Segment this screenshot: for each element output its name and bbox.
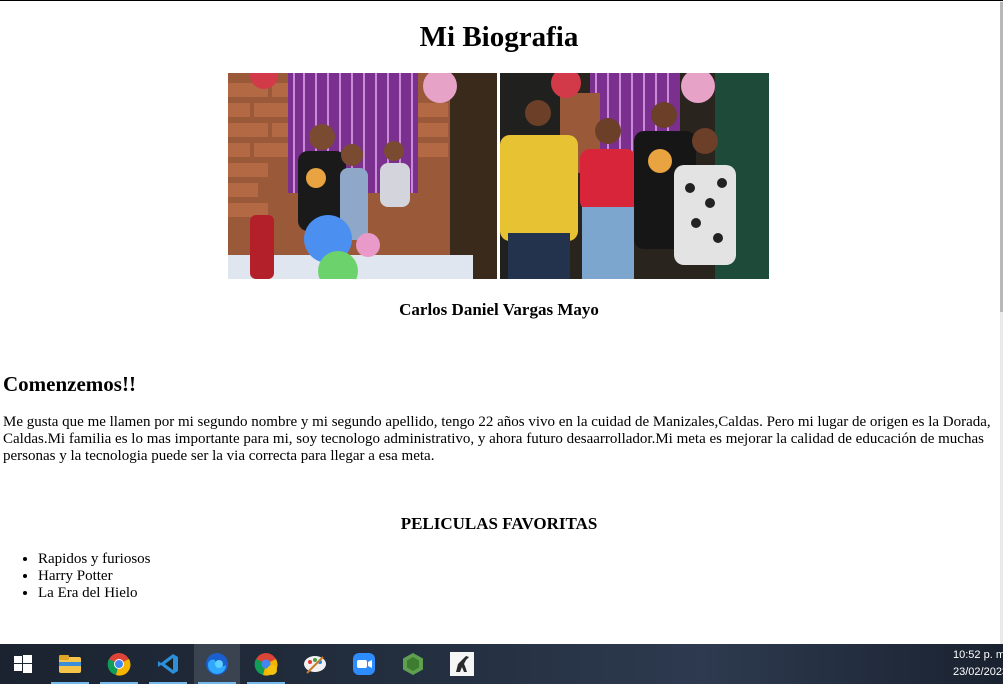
family-photo-2-image <box>500 73 769 279</box>
nodejs-icon[interactable] <box>390 644 436 684</box>
movies-heading: PELICULAS FAVORITAS <box>400 514 598 533</box>
vscode-icon[interactable] <box>145 644 191 684</box>
family-photo-1 <box>228 73 497 279</box>
movies-list: Rapidos y furiosos Harry Potter La Era d… <box>38 551 151 602</box>
system-clock[interactable]: 10:52 p. m. 23/02/2023 <box>953 647 1003 681</box>
chrome-icon[interactable] <box>96 644 142 684</box>
windows-taskbar: 10:52 p. m. 23/02/2023 <box>0 644 1003 684</box>
person-name: Carlos Daniel Vargas Mayo <box>399 300 599 319</box>
zoom-icon[interactable] <box>341 644 387 684</box>
clock-time: 10:52 p. m. <box>953 649 1003 661</box>
section-heading: Comenzemos!! <box>3 372 136 396</box>
family-photo-1-image <box>228 73 497 279</box>
chrome-canary-icon[interactable] <box>243 644 289 684</box>
clock-date: 23/02/2023 <box>953 666 1003 678</box>
list-item: Rapidos y furiosos <box>38 551 151 568</box>
biography-paragraph: Me gusta que me llamen por mi segundo no… <box>3 414 991 464</box>
firefox-icon[interactable] <box>194 644 240 684</box>
list-item: La Era del Hielo <box>38 585 151 602</box>
file-explorer-icon[interactable] <box>47 644 93 684</box>
list-item: Harry Potter <box>38 568 151 585</box>
dinosaur-app-icon[interactable] <box>439 644 485 684</box>
photo-gallery <box>228 73 769 279</box>
windows-start-icon[interactable] <box>0 644 46 684</box>
page-title: Mi Biografia <box>419 21 579 53</box>
window-top-border <box>0 0 1003 1</box>
family-photo-2 <box>500 73 769 279</box>
paint-icon[interactable] <box>292 644 338 684</box>
